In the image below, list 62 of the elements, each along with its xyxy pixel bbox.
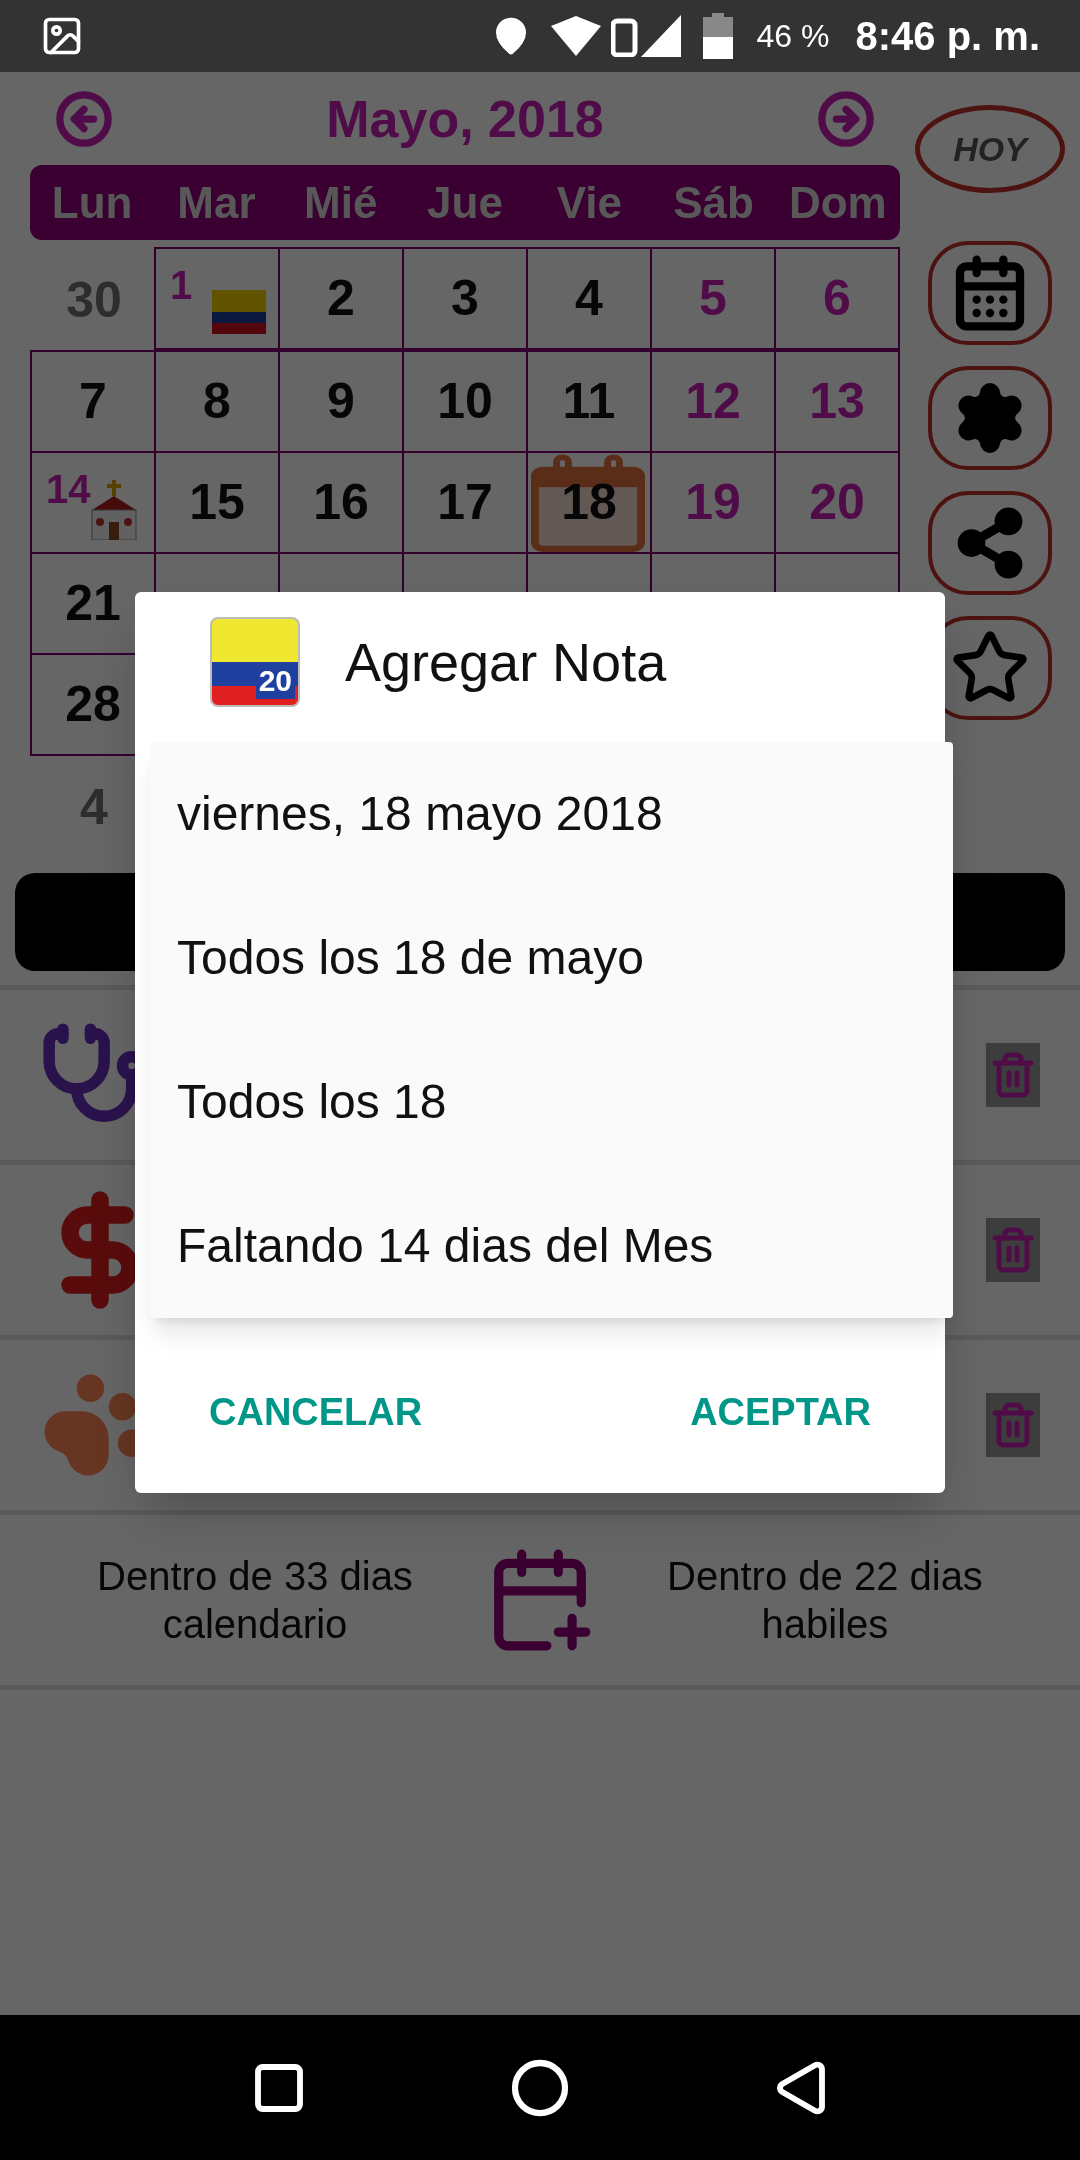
day-cell[interactable]: 7 (30, 350, 156, 453)
month-title: Mayo, 2018 (326, 88, 604, 150)
menu-option[interactable]: Todos los 18 de mayo (150, 886, 953, 1030)
battery-percentage: 46 % (756, 17, 830, 56)
menu-option[interactable]: Todos los 18 (150, 1030, 953, 1174)
day-cell[interactable]: 5 (650, 247, 776, 350)
day-number: 20 (809, 473, 865, 532)
signal-icon (610, 15, 681, 57)
dialog-button[interactable]: ACEPTAR (676, 1372, 885, 1452)
day-cell[interactable]: 6 (774, 247, 900, 350)
day-cell[interactable]: 13 (774, 350, 900, 453)
day-number: 2 (327, 269, 355, 328)
flag-icon (212, 290, 266, 334)
day-number: 13 (809, 372, 865, 431)
wifi-icon (550, 16, 601, 56)
day-cell[interactable]: 3 (402, 247, 528, 350)
day-cell[interactable]: 1 (154, 247, 280, 350)
weekday-label: Jue (426, 176, 504, 229)
next-month-button[interactable] (817, 89, 875, 148)
day-number: 14 (46, 466, 91, 513)
calendar-days-text: Dentro de 33 dias calendario (96, 1553, 414, 1648)
day-number: 21 (65, 574, 121, 633)
dialog-button[interactable]: CANCELAR (195, 1372, 437, 1452)
weekday-label: Sáb (672, 176, 755, 229)
weekday-label: Lun (50, 176, 134, 229)
settings-button[interactable] (928, 366, 1052, 470)
day-number: 9 (327, 372, 355, 431)
battery-icon (702, 13, 733, 59)
weekday-label: Vie (555, 176, 623, 229)
previous-month-button[interactable] (55, 89, 113, 148)
day-number: 10 (437, 372, 493, 431)
clock-time: 8:46 p. m. (855, 13, 1040, 60)
dialog-title: Agregar Nota (345, 630, 667, 694)
day-number: 6 (823, 269, 851, 328)
day-number: 28 (65, 675, 121, 734)
day-number: 8 (203, 372, 231, 431)
day-number: 5 (699, 269, 727, 328)
day-cell[interactable]: 4 (526, 247, 652, 350)
day-number: 17 (437, 473, 493, 532)
day-number: 3 (451, 269, 479, 328)
day-number: 30 (66, 271, 122, 330)
day-number: 4 (80, 778, 108, 837)
day-number: 18 (561, 473, 617, 532)
day-number: 19 (685, 473, 741, 532)
day-number: 16 (313, 473, 369, 532)
calendar-button[interactable] (928, 241, 1052, 345)
home-button[interactable] (510, 2057, 570, 2118)
weekday-label: Dom (787, 176, 888, 229)
day-number: 4 (575, 269, 603, 328)
weekday-label: Mié (303, 176, 379, 229)
day-cell[interactable]: 30 (32, 249, 156, 352)
share-button[interactable] (928, 491, 1052, 595)
day-number: 7 (79, 372, 107, 431)
menu-option[interactable]: Faltando 14 dias del Mes (150, 1174, 953, 1318)
day-number: 11 (562, 372, 616, 431)
day-number: 1 (170, 262, 193, 309)
day-number: 15 (189, 473, 245, 532)
day-number: 12 (685, 372, 741, 431)
today-button[interactable]: HOY (915, 105, 1065, 193)
business-days-text: Dentro de 22 dias habiles (666, 1553, 984, 1648)
weekday-label: Mar (176, 176, 257, 229)
day-cell[interactable]: 2 (278, 247, 404, 350)
